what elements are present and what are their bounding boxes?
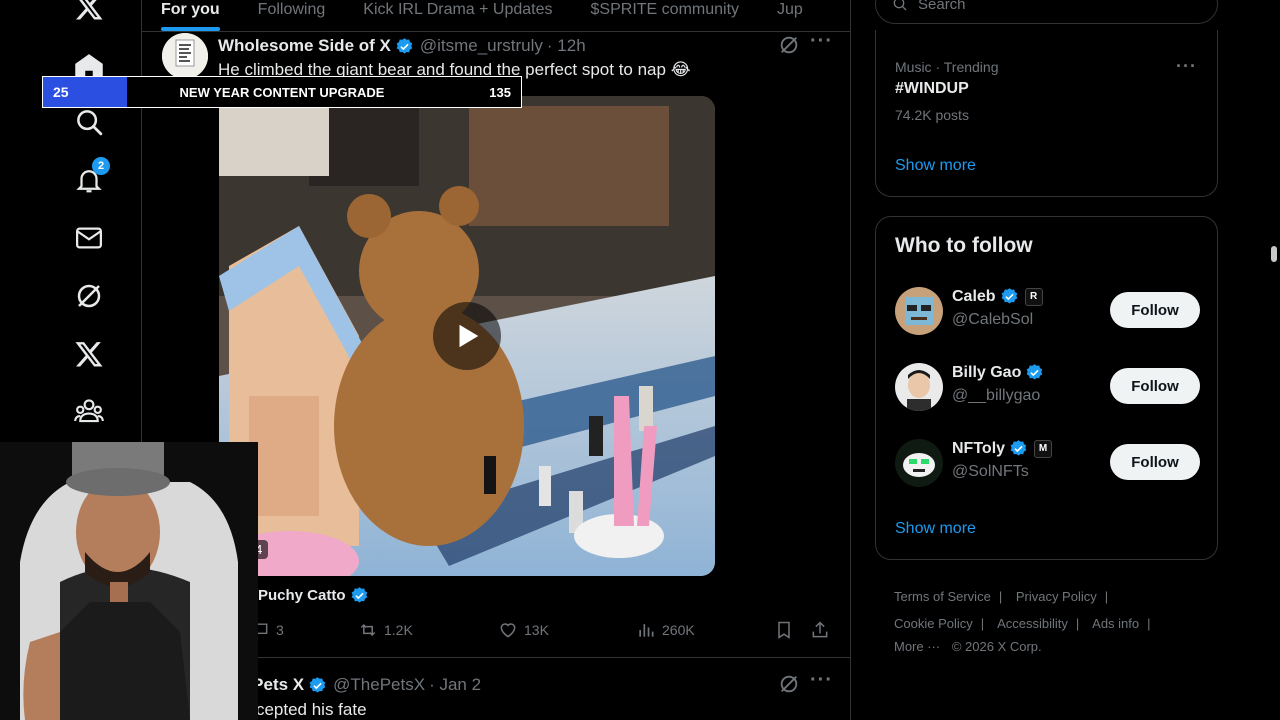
- webcam-feed-image: [0, 442, 258, 720]
- share-icon: [812, 621, 828, 638]
- repost-count: 1.2K: [384, 622, 413, 638]
- streamer-webcam: [0, 442, 258, 720]
- tab-for-you[interactable]: For you: [142, 0, 239, 31]
- post-author-avatar[interactable]: [162, 33, 208, 79]
- who-to-follow-show-more-link[interactable]: Show more: [895, 520, 976, 538]
- trending-card: Music · Trending ··· #WINDUP 74.2K posts…: [875, 30, 1218, 197]
- follow-handle: @__billygao: [952, 387, 1041, 404]
- tab-following[interactable]: Following: [239, 0, 345, 31]
- post-author-handle[interactable]: @ThePetsX: [333, 675, 425, 695]
- grok-icon[interactable]: [70, 277, 108, 315]
- follow-handle: @CalebSol: [952, 311, 1034, 328]
- footer-copyright: © 2026 X Corp.: [951, 639, 1042, 654]
- repost-icon: [360, 623, 376, 637]
- stream-goal-overlay: 25 NEW YEAR CONTENT UPGRADE 135: [42, 76, 522, 108]
- trend-name[interactable]: #WINDUP: [895, 80, 969, 98]
- post-video[interactable]: 0:24: [219, 96, 715, 576]
- bookmark-button[interactable]: [774, 620, 794, 640]
- footer-cookie-link[interactable]: Cookie Policy: [894, 616, 973, 631]
- communities-icon[interactable]: [70, 392, 108, 430]
- verified-badge-icon: [1027, 364, 1043, 380]
- like-button[interactable]: 13K: [498, 620, 549, 640]
- verified-badge-icon: [396, 37, 413, 54]
- verified-badge-icon: [351, 587, 367, 603]
- avatar[interactable]: [895, 439, 943, 487]
- post-header: Wholesome Side of X @itsme_urstruly · 12…: [218, 36, 586, 56]
- page-scrollbar[interactable]: [1271, 246, 1277, 262]
- search-icon[interactable]: [70, 103, 108, 141]
- tab-sprite-community[interactable]: $SPRITE community: [572, 0, 758, 31]
- tab-kick-irl-drama[interactable]: Kick IRL Drama + Updates: [344, 0, 571, 31]
- tab-jup[interactable]: Jup: [758, 0, 822, 31]
- follow-display-name: NFToly: [952, 439, 1006, 457]
- trend-more-icon[interactable]: ···: [1176, 56, 1197, 77]
- footer-accessibility-link[interactable]: Accessibility: [997, 616, 1068, 631]
- post-actions: 3 1.2K 13K 260K: [218, 620, 838, 646]
- right-sidebar: Search Music · Trending ··· #WINDUP 74.2…: [851, 0, 1280, 720]
- views-button[interactable]: 260K: [636, 620, 695, 640]
- premium-x-icon[interactable]: [70, 335, 108, 373]
- post-more-icon[interactable]: ···: [810, 30, 833, 53]
- follow-display-name: Caleb: [952, 287, 996, 305]
- avatar[interactable]: [895, 287, 943, 335]
- quoted-author-line[interactable]: Puchy Catto: [258, 586, 369, 605]
- who-to-follow-title: Who to follow: [895, 234, 1033, 257]
- quoted-author-name[interactable]: Puchy Catto: [258, 587, 346, 604]
- affiliate-badge-icon: R: [1024, 287, 1043, 306]
- follow-name: Caleb R: [952, 287, 1043, 306]
- verified-badge-icon: [309, 676, 326, 693]
- post-timestamp[interactable]: · Jan 2: [429, 675, 481, 695]
- verified-badge-icon: [1001, 288, 1017, 304]
- timeline-tabs: For you Following Kick IRL Drama + Updat…: [142, 0, 850, 32]
- repost-button[interactable]: 1.2K: [358, 620, 413, 640]
- post-timestamp[interactable]: · 12h: [547, 36, 586, 56]
- heart-icon: [500, 623, 516, 638]
- notification-count-badge: 2: [92, 157, 110, 175]
- affiliate-badge-icon: M: [1034, 439, 1053, 458]
- follow-display-name: Billy Gao: [952, 363, 1022, 381]
- post-more-icon[interactable]: ···: [810, 669, 833, 692]
- post-author-handle[interactable]: @itsme_urstruly: [420, 36, 543, 56]
- like-count: 13K: [524, 622, 549, 638]
- trend-post-count: 74.2K posts: [895, 107, 969, 123]
- bell-icon[interactable]: 2: [70, 157, 110, 199]
- follow-button[interactable]: Follow: [1110, 292, 1200, 328]
- reply-count: 3: [276, 622, 284, 638]
- footer-ads-link[interactable]: Ads info: [1092, 616, 1139, 631]
- follow-name: Billy Gao: [952, 363, 1044, 382]
- follow-suggestion[interactable]: Billy Gao @__billygao Follow: [895, 363, 1200, 413]
- footer-more-link[interactable]: More ···: [894, 639, 940, 654]
- follow-name: NFToly M: [952, 439, 1053, 458]
- views-icon: [639, 624, 654, 637]
- post-header: e Pets X @ThePetsX · Jan 2: [238, 675, 481, 695]
- grok-icon[interactable]: [778, 673, 800, 695]
- footer-terms-link[interactable]: Terms of Service: [894, 589, 991, 604]
- footer-links: Terms of Service | Privacy Policy | Cookie…: [894, 589, 1151, 654]
- goal-target-value: 135: [489, 84, 511, 100]
- who-to-follow-card: Who to follow Caleb R @CalebSol Follow B…: [875, 216, 1218, 560]
- search-placeholder: Search: [918, 0, 966, 13]
- post-author-name[interactable]: Wholesome Side of X: [218, 36, 391, 56]
- trend-show-more-link[interactable]: Show more: [895, 157, 976, 175]
- grok-icon[interactable]: [778, 34, 800, 56]
- follow-button[interactable]: Follow: [1110, 444, 1200, 480]
- share-button[interactable]: [810, 620, 830, 640]
- search-icon: [893, 0, 907, 11]
- search-input[interactable]: Search: [875, 0, 1218, 24]
- follow-handle: @SolNFTs: [952, 463, 1029, 480]
- x-logo-icon[interactable]: [70, 0, 108, 26]
- bookmark-icon: [778, 621, 790, 639]
- verified-badge-icon: [1010, 440, 1027, 456]
- goal-title: NEW YEAR CONTENT UPGRADE: [179, 84, 385, 100]
- follow-suggestion[interactable]: Caleb R @CalebSol Follow: [895, 287, 1200, 337]
- play-icon: [459, 324, 479, 348]
- trend-category: Music · Trending: [895, 59, 999, 75]
- follow-suggestion[interactable]: NFToly M @SolNFTs Follow: [895, 439, 1200, 489]
- footer-privacy-link[interactable]: Privacy Policy: [1016, 589, 1097, 604]
- follow-button[interactable]: Follow: [1110, 368, 1200, 404]
- play-button[interactable]: [433, 302, 501, 370]
- avatar[interactable]: [895, 363, 943, 411]
- view-count: 260K: [662, 622, 695, 638]
- mail-icon[interactable]: [70, 219, 108, 257]
